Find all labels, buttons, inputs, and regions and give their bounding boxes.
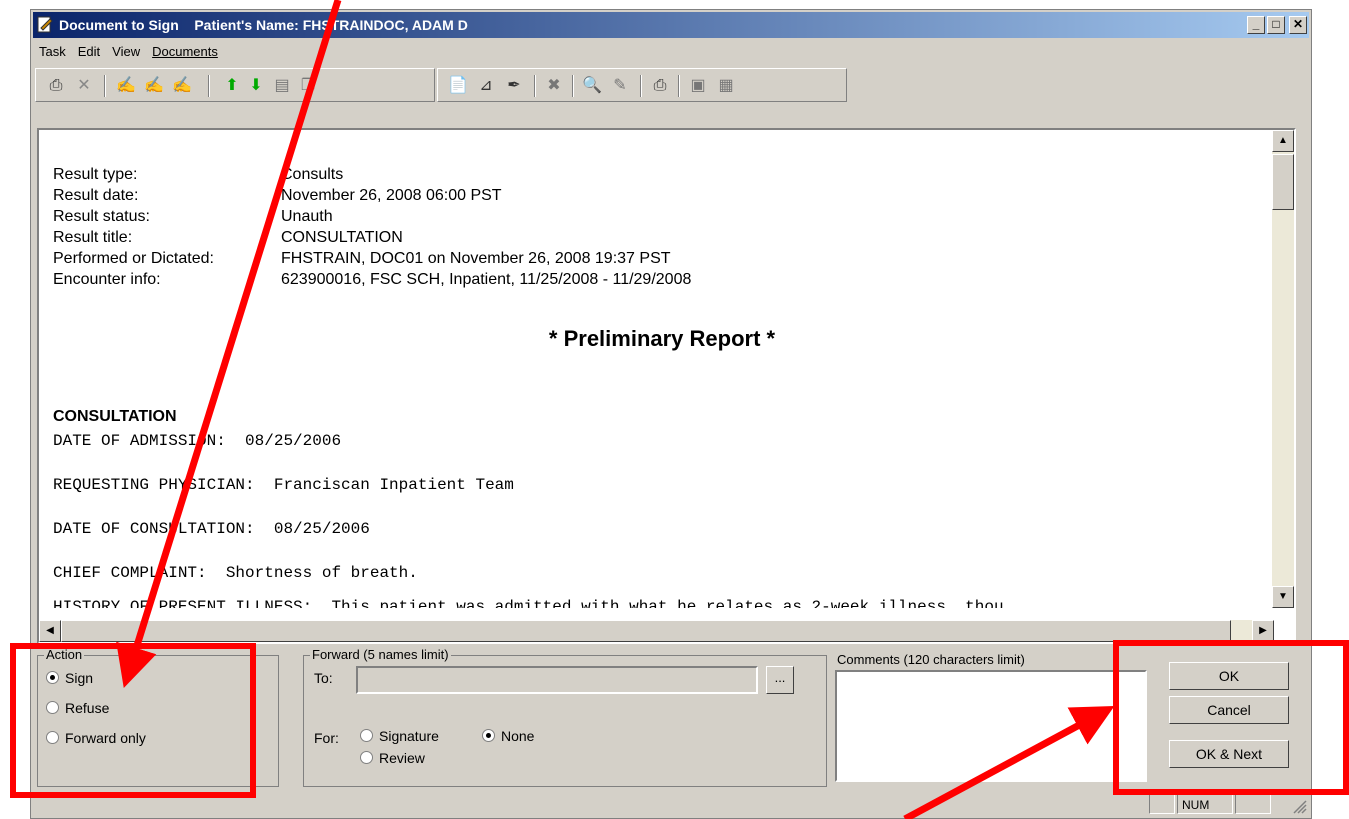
annotation-arrows [116,0,1115,819]
arrow-to-buttons [903,706,1115,819]
arrow-to-action [116,0,342,689]
